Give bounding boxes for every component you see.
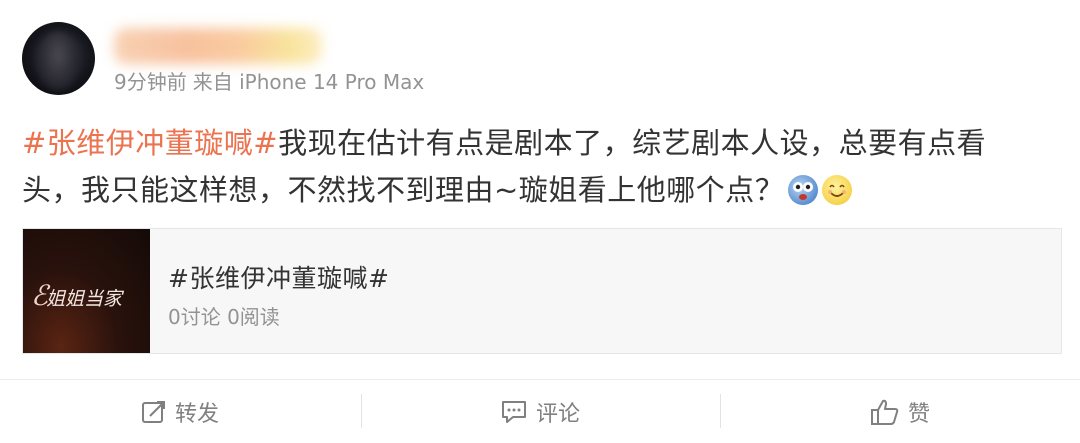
card-title: #张维伊冲董璇喊#	[168, 264, 390, 293]
like-label: 赞	[907, 401, 930, 427]
smile-emoji-icon	[822, 175, 853, 205]
avatar[interactable]	[22, 22, 95, 95]
topic-link[interactable]: #张维伊冲董璇喊#	[22, 126, 278, 160]
action-bar: 转发 评论 赞	[0, 380, 1080, 443]
post-header: 9分钟前 来自 iPhone 14 Pro Max	[22, 22, 1062, 98]
thumb-logo: ℰ姐姐当家	[31, 279, 122, 312]
comment-icon	[501, 400, 526, 423]
post-source: 来自 iPhone 14 Pro Max	[192, 70, 425, 94]
post-meta: 9分钟前 来自 iPhone 14 Pro Max	[114, 66, 430, 95]
repost-icon	[141, 400, 165, 423]
like-button[interactable]: 赞	[720, 380, 1080, 443]
card-stats: 0讨论 0阅读	[168, 305, 280, 329]
post-body: #张维伊冲董璇喊#我现在估计有点是剧本了，综艺剧本人设，总要有点看头，我只能这样…	[22, 120, 1022, 214]
thumbs-up-icon	[870, 399, 899, 425]
username-blurred[interactable]	[114, 28, 322, 64]
drool-emoji-icon	[788, 175, 819, 205]
card-thumbnail: ℰ姐姐当家	[23, 229, 150, 353]
post-time: 9分钟前	[114, 70, 187, 94]
comment-button[interactable]: 评论	[360, 380, 720, 443]
comment-label: 评论	[535, 401, 580, 427]
repost-label: 转发	[174, 401, 219, 427]
repost-button[interactable]: 转发	[0, 380, 360, 443]
topic-card[interactable]: ℰ姐姐当家 #张维伊冲董璇喊# 0讨论 0阅读	[22, 228, 1062, 354]
